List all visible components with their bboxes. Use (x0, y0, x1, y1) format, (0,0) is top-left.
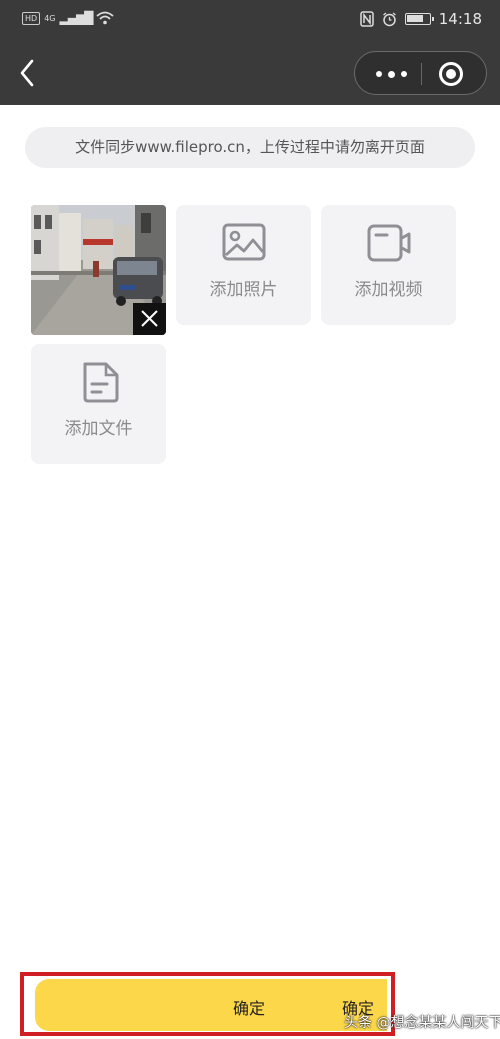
more-options-button[interactable] (365, 58, 417, 90)
file-icon (83, 362, 119, 403)
nfc-icon (360, 11, 374, 27)
add-photo-label: 添加照片 (209, 280, 278, 300)
battery-icon (404, 13, 434, 25)
watermark-text: 头条 @想念某某人闯天下 (344, 1015, 500, 1031)
alarm-icon (382, 11, 396, 26)
upload-notice: 文件同步www.filepro.cn，上传过程中请勿离开页面 (25, 127, 475, 168)
close-mini-program-icon[interactable] (439, 62, 463, 86)
uploaded-photo-thumbnail[interactable] (31, 205, 166, 335)
wifi-icon (96, 11, 114, 25)
more-dot-icon (400, 71, 407, 77)
add-video-label: 添加视频 (354, 280, 423, 300)
more-dot-icon (375, 71, 382, 77)
hd-badge: HD (22, 11, 41, 25)
add-photo-tile[interactable]: 添加照片 (176, 205, 311, 325)
video-camera-icon (367, 224, 411, 262)
mini-program-capsule (354, 51, 487, 95)
highlight-frame (20, 972, 395, 1036)
network-label: 4G (44, 13, 56, 23)
status-left: HD 4G ▂▄▆█ (22, 11, 114, 25)
image-icon (222, 223, 266, 261)
close-icon (141, 310, 158, 327)
status-time: 14:18 (438, 10, 482, 28)
back-arrow-icon[interactable] (12, 55, 44, 91)
add-video-tile[interactable]: 添加视频 (321, 205, 456, 325)
status-right: 14:18 (360, 10, 482, 28)
capsule-divider (421, 63, 422, 85)
add-file-label: 添加文件 (64, 419, 133, 439)
status-bar: HD 4G ▂▄▆█ 14:18 (0, 0, 500, 40)
top-bar: HD 4G ▂▄▆█ 14:18 (0, 0, 500, 105)
add-file-tile[interactable]: 添加文件 (31, 344, 166, 464)
confirm-label: 确定 (233, 999, 266, 1018)
more-dot-icon (387, 70, 395, 78)
signal-icon: ▂▄▆█ (59, 11, 93, 25)
delete-photo-button[interactable] (133, 303, 166, 335)
